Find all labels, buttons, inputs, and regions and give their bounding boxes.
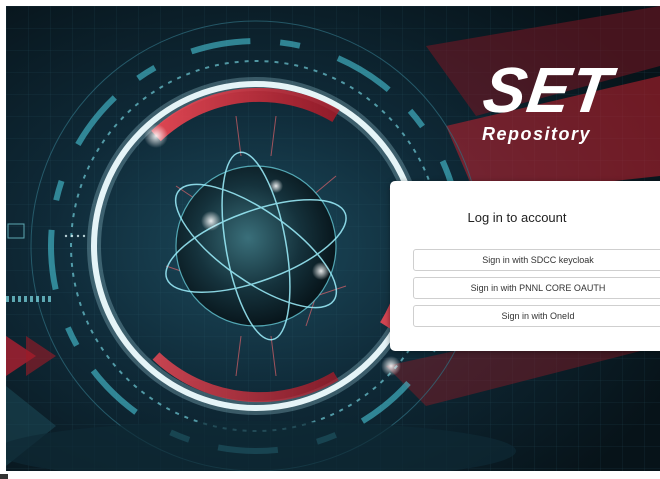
- bottom-left-mark: [0, 474, 8, 479]
- login-title: Log in to account: [467, 210, 567, 225]
- sign-in-pnnl-core-oauth-button[interactable]: Sign in with PNNL CORE OAUTH: [413, 277, 660, 299]
- login-page: SET Repository Log in to account Sign in…: [0, 0, 660, 479]
- sign-in-oneid-button[interactable]: Sign in with OneId: [413, 305, 660, 327]
- bottom-strip: [0, 471, 660, 479]
- sign-in-sdcc-keycloak-button[interactable]: Sign in with SDCC keycloak: [413, 249, 660, 271]
- set-repository-logo: SET Repository: [478, 54, 628, 148]
- logo-sub-text: Repository: [482, 124, 592, 144]
- login-card: Log in to account Sign in with SDCC keyc…: [390, 181, 660, 351]
- logo-main-text: SET: [478, 54, 617, 126]
